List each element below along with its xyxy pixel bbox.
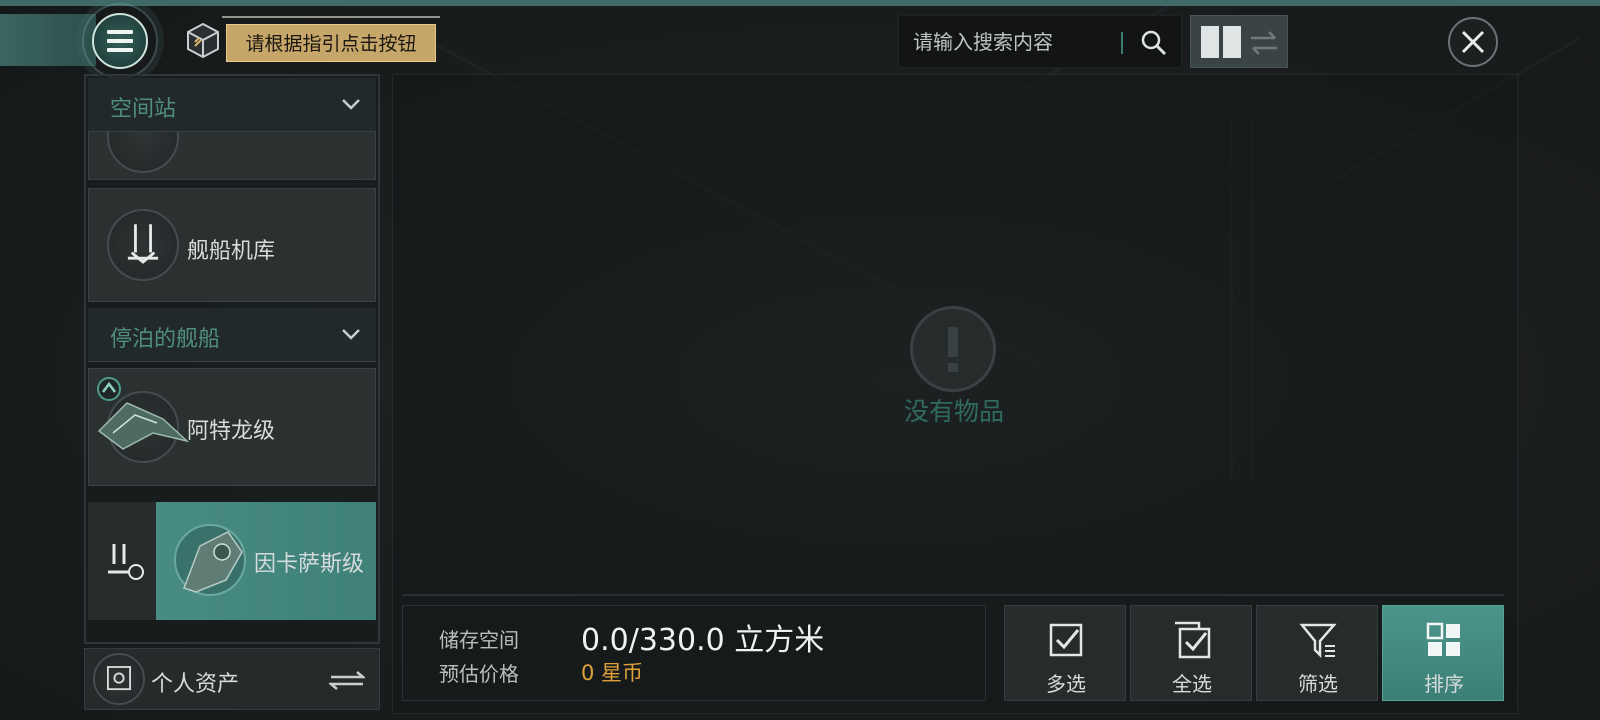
ring-frame <box>93 653 145 705</box>
guide-tooltip: 请根据指引点击按钮 <box>226 24 436 62</box>
industrial-ship-icon <box>183 531 243 593</box>
tooltip-decoration <box>222 16 440 18</box>
checkbox-icon <box>1049 623 1083 657</box>
close-icon <box>1461 30 1485 54</box>
filter-button[interactable]: 筛选 <box>1256 605 1378 701</box>
vault-icon <box>107 666 131 691</box>
grid-view-icon[interactable] <box>1199 25 1243 59</box>
search-input[interactable] <box>913 24 1113 60</box>
empty-state-icon-wrap <box>910 306 996 392</box>
section-header-docked-ships[interactable]: 停泊的舰船 <box>88 308 376 362</box>
swap-arrows-icon[interactable] <box>1247 27 1281 59</box>
ship-fitting-tab[interactable] <box>88 502 156 620</box>
hangar-icon <box>127 224 159 264</box>
storage-summary: 储存空间 0.0/330.0 立方米 预估价格 0 星币 <box>402 605 986 701</box>
top-accent-line <box>0 0 1600 6</box>
close-button[interactable] <box>1448 17 1498 67</box>
search-icon[interactable] <box>1139 28 1169 58</box>
sort-button[interactable]: 排序 <box>1382 605 1504 701</box>
menu-button[interactable] <box>92 13 148 69</box>
hamburger-menu-icon <box>107 30 133 52</box>
sort-grid-icon <box>1426 622 1460 656</box>
filter-icon <box>1299 623 1337 659</box>
sidebar-item-label: 阿特龙级 <box>187 419 276 444</box>
location-sidebar: 空间站 舰船机库 停泊的舰船 阿特龙级 因卡萨斯级 <box>84 74 380 644</box>
panel-divider <box>402 594 1504 596</box>
personal-assets-label: 个人资产 <box>151 672 240 697</box>
hangar-icon <box>108 544 144 580</box>
empty-state-text: 没有物品 <box>903 397 1004 426</box>
price-label: 预估价格 <box>439 662 519 686</box>
sidebar-item-atron[interactable]: 阿特龙级 <box>88 368 376 486</box>
station-partial-card[interactable] <box>88 124 376 180</box>
section-label: 空间站 <box>110 97 177 122</box>
price-value: 0 星币 <box>581 661 644 685</box>
search-separator <box>1121 32 1123 54</box>
sidebar-item-label: 舰船机库 <box>187 239 276 264</box>
exclamation-icon <box>948 327 958 372</box>
frigate-ship-icon <box>97 402 189 450</box>
cube-icon[interactable] <box>186 22 220 58</box>
section-header-station[interactable]: 空间站 <box>88 78 376 132</box>
chevron-down-icon <box>342 329 360 340</box>
sidebar-item-incursus[interactable]: 因卡萨斯级 <box>88 502 376 620</box>
capacity-label: 储存空间 <box>439 628 519 652</box>
personal-assets-button[interactable]: 个人资产 <box>84 648 380 710</box>
multi-select-button[interactable]: 多选 <box>1004 605 1126 701</box>
sidebar-item-hangar[interactable]: 舰船机库 <box>88 188 376 302</box>
action-label: 筛选 <box>1298 672 1338 696</box>
action-label: 多选 <box>1046 672 1086 696</box>
action-label: 全选 <box>1172 672 1212 696</box>
sidebar-item-label: 因卡萨斯级 <box>254 552 365 577</box>
section-label: 停泊的舰船 <box>110 327 221 352</box>
capacity-value: 0.0/330.0 立方米 <box>581 623 825 658</box>
chevron-down-icon <box>342 99 360 110</box>
select-all-icon <box>1175 621 1211 659</box>
select-all-button[interactable]: 全选 <box>1130 605 1252 701</box>
action-label: 排序 <box>1424 672 1464 696</box>
ring-frame <box>107 209 179 281</box>
view-toggle <box>1190 15 1288 68</box>
transfer-icon[interactable] <box>329 669 365 691</box>
search-box <box>898 15 1182 68</box>
